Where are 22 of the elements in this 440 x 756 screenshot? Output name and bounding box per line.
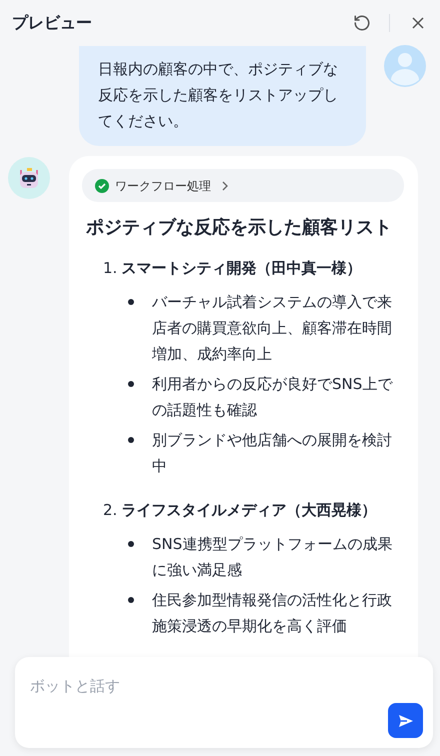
- close-icon[interactable]: [412, 17, 424, 29]
- customer-name: ライフスタイルメディア（大西晃様）: [121, 500, 376, 521]
- send-icon: [398, 712, 414, 728]
- message-input[interactable]: ボットと話す: [30, 675, 390, 698]
- list-item-text: 利用者からの反応が良好でSNS上での話題性も確認: [152, 374, 394, 421]
- list-number: 1.: [103, 258, 118, 279]
- list-number: 2.: [103, 500, 118, 521]
- message-composer[interactable]: ボットと話す: [15, 657, 433, 748]
- user-message: 日報内の顧客の中で、ポジティブな反応を示した顧客をリストアップしてください。: [79, 46, 366, 146]
- answer-heading: ポジティブな反応を示した顧客リスト: [85, 216, 393, 240]
- panel-title: プレビュー: [12, 12, 92, 34]
- chevron-right-icon: [221, 180, 229, 190]
- workflow-chip[interactable]: ワークフロー処理: [82, 169, 404, 202]
- customer-name: スマートシティ開発（田中真一様）: [121, 258, 362, 279]
- user-avatar-icon: [384, 45, 426, 87]
- list-item-text: バーチャル試着システムの導入で来店者の購買意欲向上、顧客滞在時間増加、成約率向上: [152, 292, 393, 365]
- list-item-text: 住民参加型情報発信の活性化と行政施策浸透の早期化を高く評価: [152, 590, 393, 637]
- refresh-icon[interactable]: [353, 14, 371, 32]
- list-item-text: 別ブランドや他店舗への展開を検討中: [152, 430, 393, 477]
- robot-avatar-icon: [8, 157, 50, 199]
- send-button[interactable]: [388, 703, 423, 738]
- list-item-text: SNS連携型プラットフォームの成果に強い満足感: [152, 534, 394, 581]
